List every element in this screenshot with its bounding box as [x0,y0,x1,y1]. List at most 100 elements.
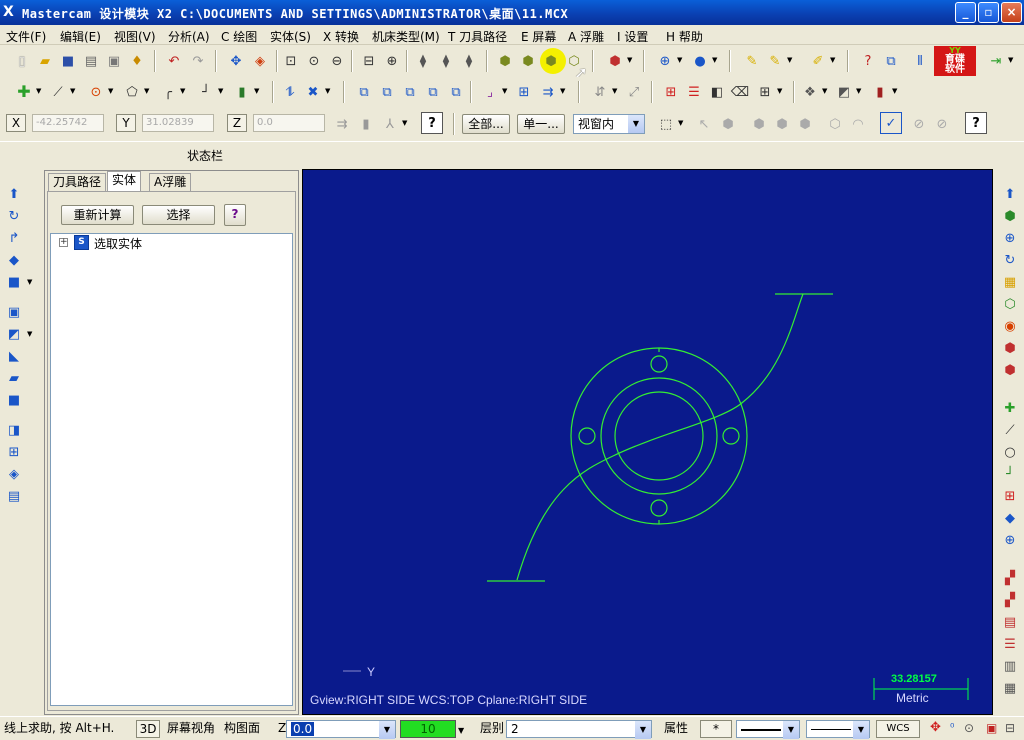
shaded-icon[interactable]: ⧫ [459,51,479,71]
chevron-down-icon[interactable]: ▼ [36,87,44,95]
face-select-icon[interactable]: ⬢ [749,114,769,134]
move-icon[interactable]: ⇉ [538,82,558,102]
new-file-icon[interactable]: ▯ [12,51,32,71]
eraser-icon[interactable]: ⌫ [730,82,750,102]
grid-icon[interactable]: ⊞ [514,82,534,102]
line-width-select[interactable]: ▼ [806,720,870,739]
chevron-down-icon[interactable]: ▼ [218,87,226,95]
tab-art[interactable]: A浮雕 [149,173,192,191]
flip-icon[interactable]: ◧ [707,82,727,102]
color-swatch[interactable]: 10 [400,720,456,738]
line-style-select[interactable]: ▼ [736,720,800,739]
chevron-down-icon[interactable]: ▼ [560,87,568,95]
revolve-icon[interactable]: ↻ [4,206,24,226]
solid-icon[interactable]: ◩ [834,82,854,102]
top-view-icon[interactable]: ⬢ [495,51,515,71]
menu-solids[interactable]: 实体(S) [270,28,311,45]
layer-alt-icon[interactable]: ▞ [1000,590,1020,610]
chevron-down-icon[interactable]: ▼ [678,119,686,127]
trim-solid-icon[interactable]: ▰ [4,368,24,388]
point-icon[interactable]: ✚ [1000,398,1020,418]
tree-item-select-solids[interactable]: 选取实体 [94,235,142,252]
multi-pencil-icon[interactable]: ✎ [765,51,785,71]
revolve-icon[interactable]: ↻ [1000,250,1020,270]
shading-icon[interactable]: ⊙ [964,720,974,738]
chevron-down-icon[interactable]: ▼ [677,56,685,64]
list-icon[interactable]: ☰ [1000,634,1020,654]
dynamic-icon[interactable]: ⤢ [624,82,644,102]
cancel-icon[interactable]: ⊘ [909,114,929,134]
help-icon[interactable]: ? [421,112,443,134]
wcs-button[interactable]: WCS [876,720,920,738]
trim-icon[interactable]: ┘ [1000,464,1020,484]
surface-icon[interactable]: ❖ [800,82,820,102]
primitive-icon[interactable]: ■ [4,272,24,292]
extrude-icon[interactable]: ⬆ [1000,184,1020,204]
draft-icon[interactable]: ◈ [4,464,24,484]
help-icon[interactable]: ? [965,112,987,134]
fit-icon[interactable]: ⊡ [281,51,301,71]
help-pointer-icon[interactable]: ? [858,51,878,71]
save-icon[interactable]: ■ [58,51,78,71]
pointer-select-icon[interactable]: ↖ [694,114,714,134]
select-button[interactable]: 选择 [142,205,215,225]
chevron-down-icon[interactable]: ▼ [108,87,116,95]
fast-point-icon[interactable]: ⇉ [332,114,352,134]
help-button[interactable]: ? [224,204,246,226]
chevron-down-icon[interactable]: ▼ [1008,56,1016,64]
menu-analyze[interactable]: 分析(A) [168,28,210,45]
recalc-button[interactable]: 重新计算 [61,205,134,225]
table-icon[interactable]: ⊞ [661,82,681,102]
chevron-down-icon[interactable]: ▼ [822,87,830,95]
chevron-down-icon[interactable]: ▼ [27,278,35,286]
cylinder-icon[interactable]: ▮ [232,82,252,102]
close-button[interactable]: × [1001,2,1022,23]
z-depth-select[interactable]: 0.0 ▼ [286,720,396,739]
level-label[interactable]: 层别 [480,720,504,738]
wireframe-icon[interactable]: ⧫ [413,51,433,71]
chamfer-icon[interactable]: ◩ [4,324,24,344]
chevron-down-icon[interactable]: ▼ [325,87,333,95]
pencil-icon[interactable]: ✎ [742,51,762,71]
selection-box-icon[interactable]: ⬚ [656,114,676,134]
level-select[interactable]: 2 ▼ [506,720,652,739]
tree-expander[interactable]: + [59,238,68,247]
maximize-button[interactable]: ▫ [978,2,999,23]
menu-toolpaths[interactable]: T 刀具路径 [448,28,507,45]
sweep-icon[interactable]: ↱ [4,228,24,248]
chevron-down-icon[interactable]: ▼ [458,723,464,740]
fillet-solid-icon[interactable]: ▣ [4,302,24,322]
menu-view[interactable]: 视图(V) [114,28,156,45]
construct-plane-button[interactable]: 构图面 [224,720,260,738]
hex-icon[interactable]: ⬡ [1000,294,1020,314]
chevron-down-icon[interactable]: ▼ [144,87,152,95]
body-select-icon[interactable]: ⬢ [795,114,815,134]
hidden-line-icon[interactable]: ⧫ [436,51,456,71]
menu-machine-type[interactable]: 机床类型(M) [372,28,440,45]
z-coord-label[interactable]: Z [227,114,247,132]
select-all-button[interactable]: 全部... [462,114,510,134]
y-coord-field[interactable]: 31.02839 [142,114,214,132]
chevron-down-icon[interactable]: ▼ [254,87,262,95]
menu-help[interactable]: H 帮助 [666,28,703,45]
chevron-down-icon[interactable]: ▼ [787,56,795,64]
level-icon[interactable]: ⧉ [881,51,901,71]
chevron-down-icon[interactable]: ▼ [712,56,720,64]
sphere-icon[interactable]: ● [690,51,710,71]
attributes-button[interactable]: 属性 [664,720,688,738]
solid-cube-icon[interactable]: ⬢ [1000,206,1020,226]
tab-solids[interactable]: 实体 [107,171,142,192]
cube-view-icon[interactable]: ⬢ [605,51,625,71]
chevron-down-icon[interactable]: ▼ [830,56,838,64]
tab-toolpaths[interactable]: 刀具路径 [48,173,107,191]
3d-mode-button[interactable]: 3D [136,720,160,738]
rotate-icon[interactable]: ✖ [303,82,323,102]
globe-alt-icon[interactable]: ⊕ [1000,530,1020,550]
verify-select-icon[interactable]: ◠ [848,114,868,134]
autocursor-options-icon[interactable]: ⅄ [380,114,400,134]
stretch-icon[interactable]: ⧉ [446,82,466,102]
layout-solid-icon[interactable]: ⊞ [4,442,24,462]
dimension-icon[interactable]: ⌟ [480,82,500,102]
chevron-down-icon[interactable]: ▼ [856,87,864,95]
confirm-icon[interactable]: ✓ [880,112,902,134]
